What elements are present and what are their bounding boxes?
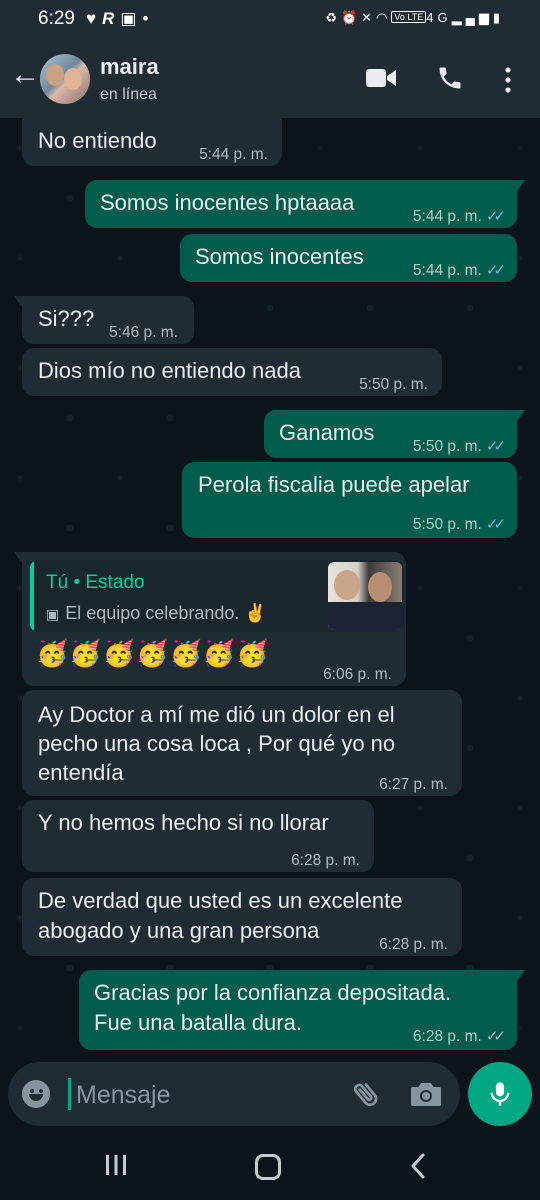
message-text-line: Gracias por la confianza depositada. xyxy=(94,980,452,1005)
quoted-author: Tú • Estado xyxy=(46,572,145,593)
message-incoming[interactable]: Si??? 5:46 p. m. xyxy=(14,296,194,344)
message-time: 5:44 p. m. xyxy=(412,208,482,225)
message-text-line: pecho una cosa loca , Por qué yo no xyxy=(38,731,396,756)
image-icon: ▣ xyxy=(46,606,60,622)
message-input[interactable] xyxy=(74,1076,338,1114)
back-arrow-icon[interactable]: ← xyxy=(10,60,40,90)
home-icon[interactable] xyxy=(255,1154,281,1180)
r-app-icon: R xyxy=(102,9,121,28)
volte-icon: Vo LTE xyxy=(391,11,427,23)
status-right-icons: ♻⏰✕◠ Vo LTE 4G▂▄▆▮ xyxy=(325,10,504,26)
message-incoming[interactable]: Dios mío no entiendo nada 5:50 p. m. xyxy=(22,348,442,396)
quoted-status[interactable]: Tú • Estado ▣ El equipo celebrando. ✌️ xyxy=(30,560,404,632)
wifi-icon: ◠ xyxy=(376,10,392,25)
message-text: Ganamos xyxy=(279,420,375,445)
message-text: Somos inocentes xyxy=(195,244,364,269)
avatar[interactable] xyxy=(40,54,90,104)
message-meta: 5:44 p. m. ✓✓ xyxy=(412,202,506,232)
battery-icon: ▮ xyxy=(492,10,504,25)
message-text: No entiendo xyxy=(38,128,157,153)
message-incoming[interactable]: Ay Doctor a mí me dió un dolor en el pec… xyxy=(22,690,462,796)
emoji-icon[interactable] xyxy=(22,1080,50,1108)
network-type: 4G xyxy=(426,10,452,25)
message-time: 6:27 p. m. xyxy=(379,776,448,793)
message-time: 5:44 p. m. xyxy=(412,262,482,279)
contact-status: en línea xyxy=(100,86,157,103)
message-text: 🥳🥳🥳🥳🥳🥳🥳 xyxy=(36,638,270,668)
message-outgoing[interactable]: Ganamos 5:50 p. m. ✓✓ xyxy=(264,410,525,458)
video-call-icon[interactable] xyxy=(366,68,396,88)
message-text-line: Fue una batalla dura. xyxy=(94,1010,302,1035)
chat-area[interactable]: No entiendo 5:44 p. m. Somos inocentes h… xyxy=(0,118,540,1063)
message-outgoing[interactable]: Perola fiscalia puede apelar 5:50 p. m. ✓… xyxy=(182,462,517,538)
gallery-icon: ▣ xyxy=(120,9,143,28)
recent-apps-icon[interactable] xyxy=(104,1154,128,1176)
text-cursor xyxy=(68,1078,71,1110)
message-time: 5:50 p. m. xyxy=(359,376,428,393)
message-time: 5:50 p. m. xyxy=(412,438,482,455)
message-outgoing[interactable]: Somos inocentes 5:44 p. m. ✓✓ xyxy=(180,234,517,282)
read-ticks-icon: ✓✓ xyxy=(485,208,506,225)
camera-icon[interactable] xyxy=(410,1080,442,1108)
message-incoming[interactable]: No entiendo 5:44 p. m. xyxy=(22,118,282,166)
message-meta: 5:50 p. m. ✓✓ xyxy=(412,510,506,540)
message-text: Perola fiscalia puede apelar xyxy=(198,472,470,497)
message-text: Dios mío no entiendo nada xyxy=(38,358,301,383)
status-bar: 6:29 ♥R▣• ♻⏰✕◠ Vo LTE 4G▂▄▆▮ xyxy=(0,0,540,38)
voice-call-icon[interactable] xyxy=(436,64,464,92)
message-time: 6:28 p. m. xyxy=(291,852,360,869)
message-outgoing[interactable]: Somos inocentes hptaaaa 5:44 p. m. ✓✓ xyxy=(85,180,525,228)
read-ticks-icon: ✓✓ xyxy=(485,262,506,279)
message-text-line: abogado y una gran persona xyxy=(38,918,320,943)
message-meta: 5:50 p. m. ✓✓ xyxy=(412,432,506,462)
message-time: 5:44 p. m. xyxy=(199,146,268,163)
message-text-line: Ay Doctor a mí me dió un dolor en el xyxy=(38,702,395,727)
message-time: 6:28 p. m. xyxy=(379,936,448,953)
mic-button[interactable] xyxy=(468,1062,532,1126)
message-time: 6:06 p. m. xyxy=(323,666,392,683)
delivered-ticks-icon: ✓✓ xyxy=(485,1028,506,1045)
message-text: Si??? xyxy=(38,306,95,331)
battery-saver-icon: ♻ xyxy=(325,10,341,25)
heart-icon: ♥ xyxy=(86,9,103,28)
message-text: Y no hemos hecho si no llorar xyxy=(38,810,329,835)
message-meta: 6:28 p. m. ✓✓ xyxy=(412,1022,506,1052)
quoted-text-row: ▣ El equipo celebrando. ✌️ xyxy=(46,598,267,629)
message-outgoing[interactable]: Gracias por la confianza depositada. Fue… xyxy=(79,970,525,1052)
status-time: 6:29 xyxy=(38,8,75,29)
message-time: 5:50 p. m. xyxy=(412,516,482,533)
read-ticks-icon: ✓✓ xyxy=(485,438,506,455)
message-time: 5:46 p. m. xyxy=(109,324,178,341)
back-icon[interactable] xyxy=(408,1152,428,1180)
status-left-icons: ♥R▣• xyxy=(86,9,154,29)
quoted-text: El equipo celebrando. ✌️ xyxy=(65,603,267,623)
status-thumbnail xyxy=(328,562,402,630)
signal-icon: ▂▄▆ xyxy=(451,10,493,25)
mic-icon xyxy=(490,1082,510,1106)
message-incoming[interactable]: De verdad que usted es un excelente abog… xyxy=(22,878,462,956)
message-text: Somos inocentes hptaaaa xyxy=(100,190,355,215)
attach-icon[interactable] xyxy=(350,1078,382,1110)
message-incoming-reply[interactable]: Tú • Estado ▣ El equipo celebrando. ✌️ 🥳🥳… xyxy=(14,552,406,686)
mute-icon: ✕ xyxy=(361,10,377,25)
contact-name[interactable]: maira xyxy=(100,54,159,80)
more-options-icon[interactable] xyxy=(500,66,516,94)
message-text-line: entendía xyxy=(38,760,124,785)
dot-icon: • xyxy=(142,9,155,28)
chat-header: ← maira en línea xyxy=(0,38,540,118)
read-ticks-icon: ✓✓ xyxy=(485,516,506,533)
message-text-line: De verdad que usted es un excelente xyxy=(38,888,403,913)
message-meta: 5:44 p. m. ✓✓ xyxy=(412,256,506,286)
message-incoming[interactable]: Y no hemos hecho si no llorar 6:28 p. m. xyxy=(22,800,374,872)
system-nav-bar xyxy=(0,1132,540,1200)
message-composer xyxy=(8,1062,460,1126)
message-time: 6:28 p. m. xyxy=(412,1028,482,1045)
alarm-icon: ⏰ xyxy=(340,10,362,25)
